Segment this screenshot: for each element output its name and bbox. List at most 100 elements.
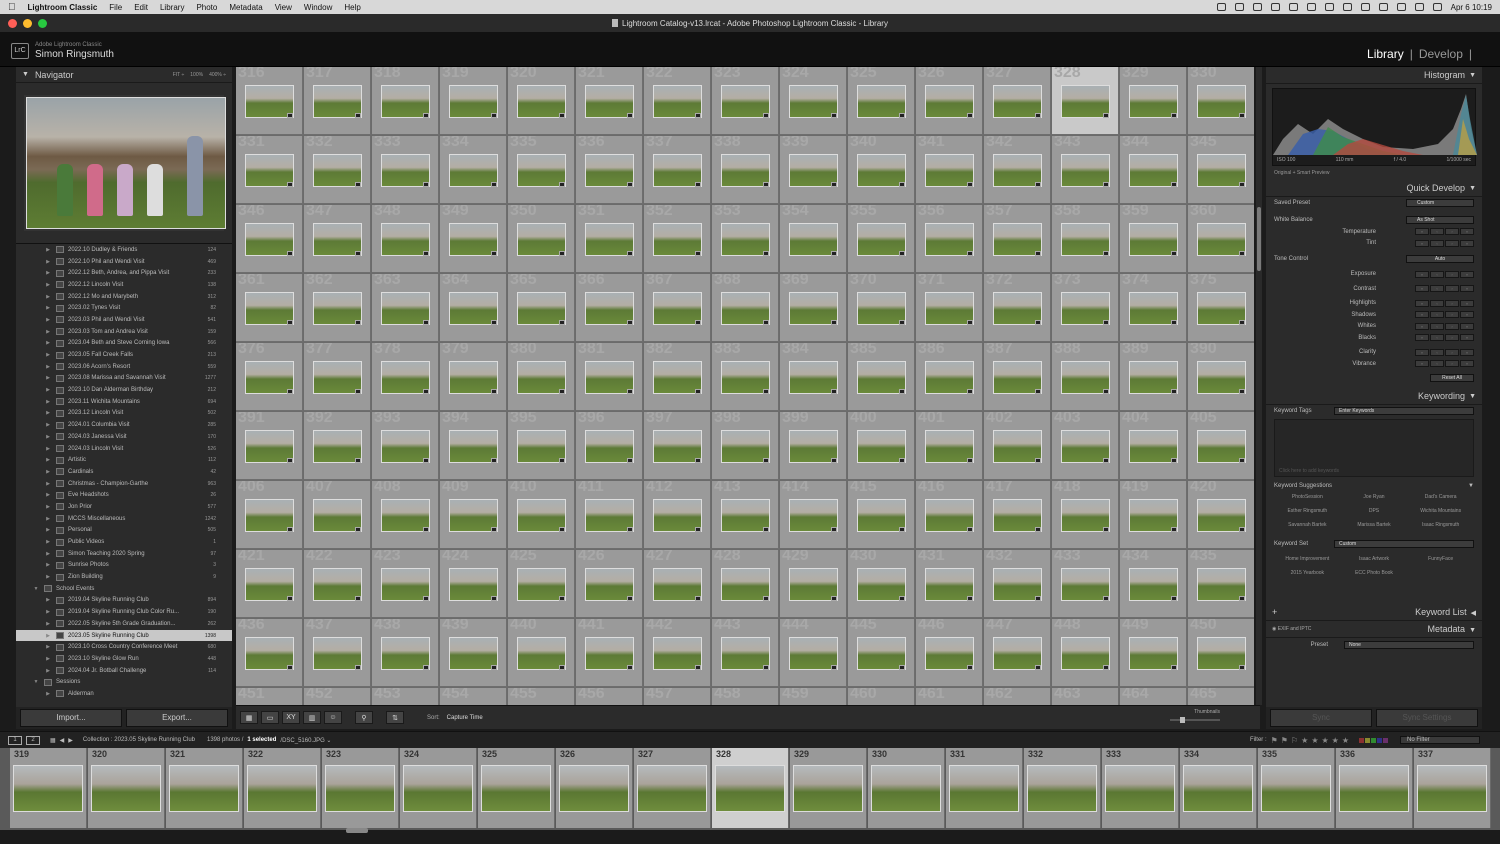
filmstrip-thumbnail[interactable] <box>559 765 629 812</box>
grid-cell[interactable]: 410 <box>508 481 575 549</box>
navigator-preview[interactable] <box>24 95 226 231</box>
people-view-icon[interactable]: ☺ <box>324 711 342 724</box>
grid-cell[interactable]: 350 <box>508 205 575 273</box>
expand-triangle-icon[interactable]: ◀ <box>1471 610 1476 617</box>
grid-cell[interactable]: 359 <box>1120 205 1187 273</box>
grid-cell[interactable]: 381 <box>576 343 643 411</box>
collection-item[interactable]: ▶ Sunrise Photos 3 <box>16 560 232 572</box>
zoom-fit[interactable]: FIT ÷ <box>173 72 185 78</box>
back-arrow-icon[interactable]: ◀ <box>60 737 65 744</box>
collection-item[interactable]: ▶ 2022.05 Skyline 5th Grade Graduation...… <box>16 618 232 630</box>
collection-item[interactable]: ▶ Cardinals 42 <box>16 466 232 478</box>
collection-item[interactable]: ▶ Artistic 112 <box>16 454 232 466</box>
collection-item[interactable]: ▶ Christmas - Champion-Garthe 963 <box>16 478 232 490</box>
filmstrip-thumbnail[interactable] <box>871 765 941 812</box>
primary-window-button[interactable]: 1 <box>8 735 22 745</box>
grid-cell[interactable]: 424 <box>440 550 507 618</box>
collection-item[interactable]: ▶ 2022.10 Phil and Wendi Visit 469 <box>16 256 232 268</box>
timer-icon[interactable] <box>1288 3 1298 11</box>
disclosure-triangle-icon[interactable]: ▼ <box>32 586 40 592</box>
grid-cell[interactable]: 416 <box>916 481 983 549</box>
forward-arrow-icon[interactable]: ▶ <box>68 737 73 744</box>
filmstrip-thumbnail[interactable] <box>1183 765 1253 812</box>
sync-button[interactable]: Sync <box>1270 709 1372 727</box>
keyword-entry-area[interactable]: Click here to add keywords <box>1274 418 1474 477</box>
grid-cell[interactable]: 397 <box>644 412 711 480</box>
filmstrip-cell[interactable]: 334 <box>1180 748 1257 828</box>
grid-cell[interactable]: 319 <box>440 67 507 135</box>
grid-cell[interactable]: 428 <box>712 550 779 618</box>
grid-cell[interactable]: 331 <box>236 136 303 204</box>
collection-item[interactable]: ▶ Jon Prior 577 <box>16 501 232 513</box>
keyword-suggestion[interactable]: Esther Ringsmuth <box>1274 508 1341 514</box>
metadata-header[interactable]: ◉ EXIF and IPTC Metadata ▼ <box>1266 621 1482 638</box>
grid-cell[interactable]: 378 <box>372 343 439 411</box>
grid-cell[interactable]: 451 <box>236 688 303 705</box>
grid-cell[interactable]: 379 <box>440 343 507 411</box>
collection-item[interactable]: ▶ 2022.12 Mo and Marybeth 312 <box>16 291 232 303</box>
collection-item[interactable]: ▶ 2022.12 Beth, Andrea, and Pippa Visit 23… <box>16 267 232 279</box>
grid-cell[interactable]: 442 <box>644 619 711 687</box>
grid-cell[interactable]: 322 <box>644 67 711 135</box>
grid-cell[interactable]: 405 <box>1188 412 1254 480</box>
collection-item[interactable]: ▶ Personal 505 <box>16 525 232 537</box>
shadows-steppers[interactable]: «‹ ›» <box>1415 311 1474 319</box>
keyword-suggestion[interactable]: Isaac Ringsmuth <box>1407 522 1474 528</box>
grid-cell[interactable]: 439 <box>440 619 507 687</box>
grid-cell[interactable]: 429 <box>780 550 847 618</box>
grid-cell[interactable]: 414 <box>780 481 847 549</box>
disclosure-triangle-icon[interactable]: ▶ <box>44 387 52 393</box>
collection-item[interactable]: ▶ 2022.10 Dudley & Friends 124 <box>16 244 232 256</box>
filmstrip-cell[interactable]: 320 <box>88 748 165 828</box>
keyword-set-item[interactable] <box>1407 570 1474 576</box>
grid-scroll-thumb[interactable] <box>1257 207 1261 271</box>
grid-cell[interactable]: 337 <box>644 136 711 204</box>
collection-item[interactable]: ▶ Public Videos 1 <box>16 536 232 548</box>
grid-cell[interactable]: 348 <box>372 205 439 273</box>
flag-icon[interactable]: ⚑ <box>1281 736 1288 745</box>
grid-cell[interactable]: 420 <box>1188 481 1254 549</box>
filmstrip-cell[interactable]: 324 <box>400 748 477 828</box>
grid-cell[interactable]: 382 <box>644 343 711 411</box>
disclosure-triangle-icon[interactable]: ▶ <box>44 282 52 288</box>
grid-cell[interactable]: 360 <box>1188 205 1254 273</box>
collection-item[interactable]: ▶ 2024.04 Jr. Botball Challenge 114 <box>16 665 232 677</box>
grid-cell[interactable]: 377 <box>304 343 371 411</box>
grid-cell[interactable]: 436 <box>236 619 303 687</box>
disclosure-triangle-icon[interactable]: ▶ <box>44 551 52 557</box>
collection-item[interactable]: ▶ Simon Teaching 2020 Spring 97 <box>16 548 232 560</box>
collection-item[interactable]: ▶ 2023.03 Tom and Andrea Visit 159 <box>16 326 232 338</box>
grid-cell[interactable]: 422 <box>304 550 371 618</box>
grid-cell[interactable]: 366 <box>576 274 643 342</box>
grid-cell[interactable]: 454 <box>440 688 507 705</box>
collection-item[interactable]: ▶ 2019.04 Skyline Running Club 894 <box>16 595 232 607</box>
disclosure-triangle-icon[interactable]: ▶ <box>44 516 52 522</box>
keyword-list-header[interactable]: + Keyword List ◀ <box>1266 604 1482 621</box>
grid-cell[interactable]: 336 <box>576 136 643 204</box>
collection-item[interactable]: ▼ School Events <box>16 583 232 595</box>
disclosure-triangle-icon[interactable]: ▶ <box>44 539 52 545</box>
notes-icon[interactable] <box>1270 3 1280 11</box>
grid-cell[interactable]: 411 <box>576 481 643 549</box>
apple-icon[interactable]:  <box>8 2 16 13</box>
grid-cell[interactable]: 380 <box>508 343 575 411</box>
module-library[interactable]: Library <box>1367 47 1404 61</box>
grid-cell[interactable]: 415 <box>848 481 915 549</box>
disclosure-triangle-icon[interactable]: ▶ <box>44 294 52 300</box>
collection-item[interactable]: ▶ 2023.11 Wichita Mountains 694 <box>16 396 232 408</box>
collapse-triangle-icon[interactable]: ▼ <box>1468 483 1474 489</box>
navigator-photo[interactable] <box>26 97 226 229</box>
grid-cell[interactable]: 418 <box>1052 481 1119 549</box>
zoom-window-button[interactable] <box>38 19 47 28</box>
filmstrip-thumbnail[interactable] <box>1417 765 1487 812</box>
filmstrip-thumbnail[interactable] <box>637 765 707 812</box>
filmstrip-cell[interactable]: 323 <box>322 748 399 828</box>
menu-view[interactable]: View <box>275 3 292 12</box>
collection-item[interactable]: ▶ MCCS Miscellaneous 1242 <box>16 513 232 525</box>
screen-icon[interactable] <box>1342 3 1352 11</box>
collection-item[interactable]: ▶ 2023.08 Marissa and Savannah Visit 1277 <box>16 373 232 385</box>
keyword-suggestion[interactable]: Marissa Bartek <box>1341 522 1408 528</box>
grid-cell[interactable]: 457 <box>644 688 711 705</box>
disclosure-triangle-icon[interactable]: ▶ <box>44 352 52 358</box>
grid-cell[interactable]: 384 <box>780 343 847 411</box>
